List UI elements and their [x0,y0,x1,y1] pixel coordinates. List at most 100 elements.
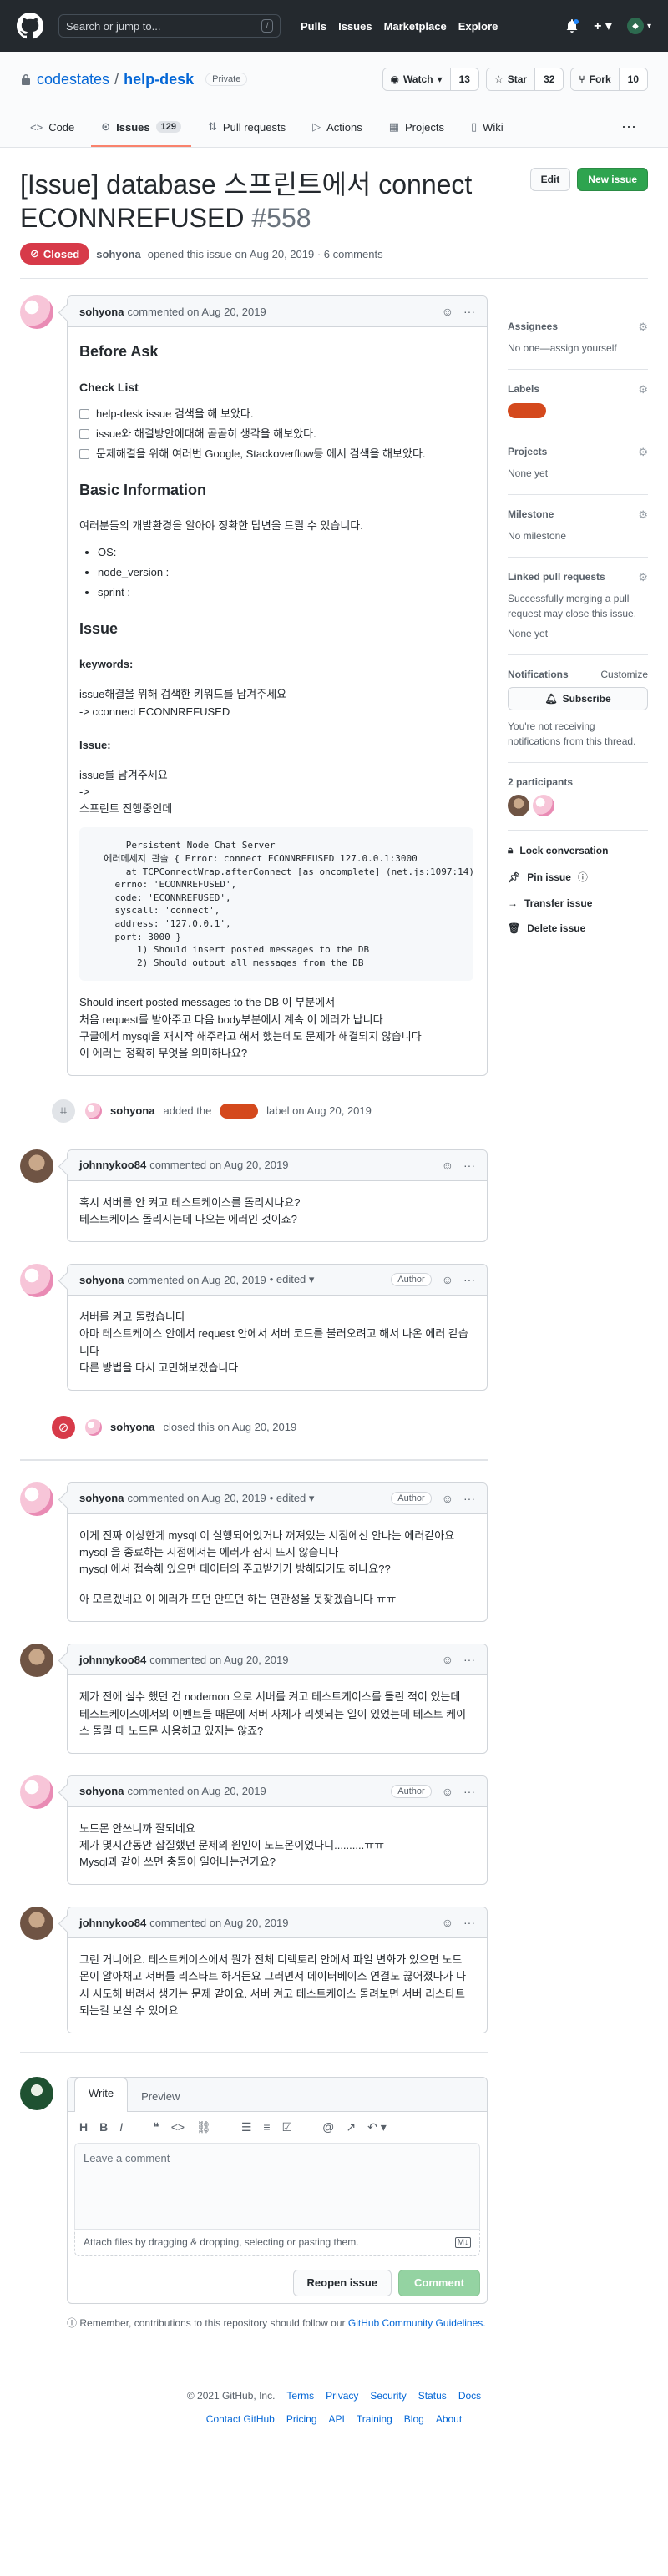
footer-link-security[interactable]: Security [370,2390,406,2402]
edit-title-button[interactable]: Edit [529,168,571,191]
task-checkbox[interactable] [79,428,89,439]
star-button[interactable]: ☆ Star 32 [485,68,564,91]
comment-author[interactable]: sohyona [79,1274,124,1286]
bullet-list-icon[interactable]: ☰ [241,2120,252,2134]
delete-issue-button[interactable]: 🗑︎ Delete issue [508,922,648,934]
fork-button[interactable]: ⑂ Fork 10 [570,68,648,91]
kebab-menu-icon[interactable]: ··· [463,305,475,318]
comment-timestamp[interactable]: commented on Aug 20, 2019 [149,1159,288,1171]
kebab-menu-icon[interactable]: ··· [463,1916,475,1929]
avatar[interactable] [20,295,53,329]
fork-count[interactable]: 10 [619,68,647,90]
user-menu[interactable]: ◆ ▾ [626,18,651,34]
avatar[interactable] [85,1418,102,1436]
footer-link-status[interactable]: Status [418,2390,447,2402]
issue-label[interactable]: Sprint [220,1103,259,1119]
comment-button[interactable]: Comment [398,2269,480,2296]
footer-link-contact[interactable]: Contact GitHub [206,2413,275,2425]
tab-actions[interactable]: ▷ Actions [302,120,372,147]
pin-issue-button[interactable]: 📌︎ Pin issue ⓘ [508,870,648,884]
milestone-title[interactable]: Milestone [508,508,554,522]
reopen-issue-button[interactable]: Reopen issue [292,2269,392,2296]
github-logo-icon[interactable] [17,13,43,39]
smiley-icon[interactable]: ☺ [442,1159,453,1172]
search-input[interactable]: Search or jump to... / [58,14,281,38]
guidelines-link[interactable]: GitHub Community Guidelines. [348,2317,486,2329]
tab-write[interactable]: Write [74,2077,129,2112]
bold-icon[interactable]: B [99,2120,108,2134]
task-checkbox[interactable] [79,408,89,419]
gear-icon[interactable]: ⚙ [638,446,648,459]
comment-timestamp[interactable]: commented on Aug 20, 2019 [149,1917,288,1929]
tab-projects[interactable]: ▦ Projects [379,120,454,147]
attach-files-area[interactable]: Attach files by dragging & dropping, sel… [74,2229,480,2256]
comment-timestamp[interactable]: commented on Aug 20, 2019 [127,306,266,318]
smiley-icon[interactable]: ☺ [442,1653,453,1666]
smiley-icon[interactable]: ☺ [442,1492,453,1505]
comment-textarea[interactable]: Leave a comment [74,2142,480,2230]
numbered-list-icon[interactable]: ≡ [263,2120,270,2134]
task-list-icon[interactable]: ☑ [282,2120,293,2134]
edited-indicator[interactable]: • edited ▾ [270,1273,315,1286]
footer-link-terms[interactable]: Terms [286,2390,314,2402]
comment-author[interactable]: johnnykoo84 [79,1159,146,1171]
avatar[interactable] [20,1644,53,1678]
event-actor[interactable]: sohyona [110,1104,154,1117]
comment-timestamp[interactable]: commented on Aug 20, 2019 [127,1274,266,1286]
footer-link-api[interactable]: API [329,2413,345,2425]
italic-icon[interactable]: I [119,2120,123,2134]
avatar[interactable] [533,795,554,816]
plus-dropdown-icon[interactable]: + ▾ [594,18,612,34]
avatar[interactable] [20,1264,53,1298]
star-count[interactable]: 32 [535,68,564,90]
comment-author[interactable]: sohyona [79,306,124,318]
comment-author[interactable]: sohyona [79,1492,124,1504]
edited-indicator[interactable]: • edited ▾ [270,1492,315,1505]
bell-icon[interactable] [565,19,579,33]
kebab-menu-icon[interactable]: ··· [463,1785,475,1798]
tab-preview[interactable]: Preview [128,2082,193,2111]
repo-owner-link[interactable]: codestates [37,71,109,88]
repo-name-link[interactable]: help-desk [124,71,194,88]
task-checkbox[interactable] [79,448,89,459]
more-tabs-icon[interactable]: ··· [610,118,648,147]
assignees-title[interactable]: Assignees [508,321,558,334]
markdown-icon[interactable]: M↓ [454,2236,471,2248]
nav-pulls[interactable]: Pulls [301,20,326,33]
comment-author[interactable]: johnnykoo84 [79,1654,146,1666]
smiley-icon[interactable]: ☺ [442,305,453,318]
tab-wiki[interactable]: ▯ Wiki [461,120,514,147]
comment-author[interactable]: sohyona [79,1785,124,1797]
avatar[interactable] [85,1102,102,1119]
gear-icon[interactable]: ⚙ [638,508,648,522]
nav-explore[interactable]: Explore [458,20,498,33]
gear-icon[interactable]: ⚙ [638,383,648,397]
footer-link-training[interactable]: Training [357,2413,392,2425]
quote-icon[interactable]: ❝ [153,2120,159,2134]
nav-issues[interactable]: Issues [338,20,372,33]
comment-author[interactable]: johnnykoo84 [79,1917,146,1929]
event-actor[interactable]: sohyona [110,1421,154,1433]
footer-link-docs[interactable]: Docs [458,2390,481,2402]
gear-icon[interactable]: ⚙ [638,321,648,334]
avatar[interactable] [20,1149,53,1183]
avatar[interactable] [20,1907,53,1941]
kebab-menu-icon[interactable]: ··· [463,1492,475,1505]
smiley-icon[interactable]: ☺ [442,1785,453,1798]
watch-count[interactable]: 13 [450,68,478,90]
kebab-menu-icon[interactable]: ··· [463,1273,475,1286]
kebab-menu-icon[interactable]: ··· [463,1653,475,1666]
link-icon[interactable]: ⛓ [196,2120,211,2134]
avatar[interactable] [508,795,529,816]
footer-link-privacy[interactable]: Privacy [326,2390,358,2402]
code-icon[interactable]: <> [171,2120,185,2134]
tab-pull-requests[interactable]: ⇅ Pull requests [198,120,296,147]
heading-icon[interactable]: H [79,2120,88,2134]
reply-icon[interactable]: ↶ ▾ [367,2120,387,2134]
comment-timestamp[interactable]: commented on Aug 20, 2019 [127,1492,266,1504]
kebab-menu-icon[interactable]: ··· [463,1159,475,1172]
subscribe-button[interactable]: 🔔︎ Subscribe [508,687,648,710]
footer-link-pricing[interactable]: Pricing [286,2413,317,2425]
labels-title[interactable]: Labels [508,383,539,397]
comment-timestamp[interactable]: commented on Aug 20, 2019 [149,1654,288,1666]
